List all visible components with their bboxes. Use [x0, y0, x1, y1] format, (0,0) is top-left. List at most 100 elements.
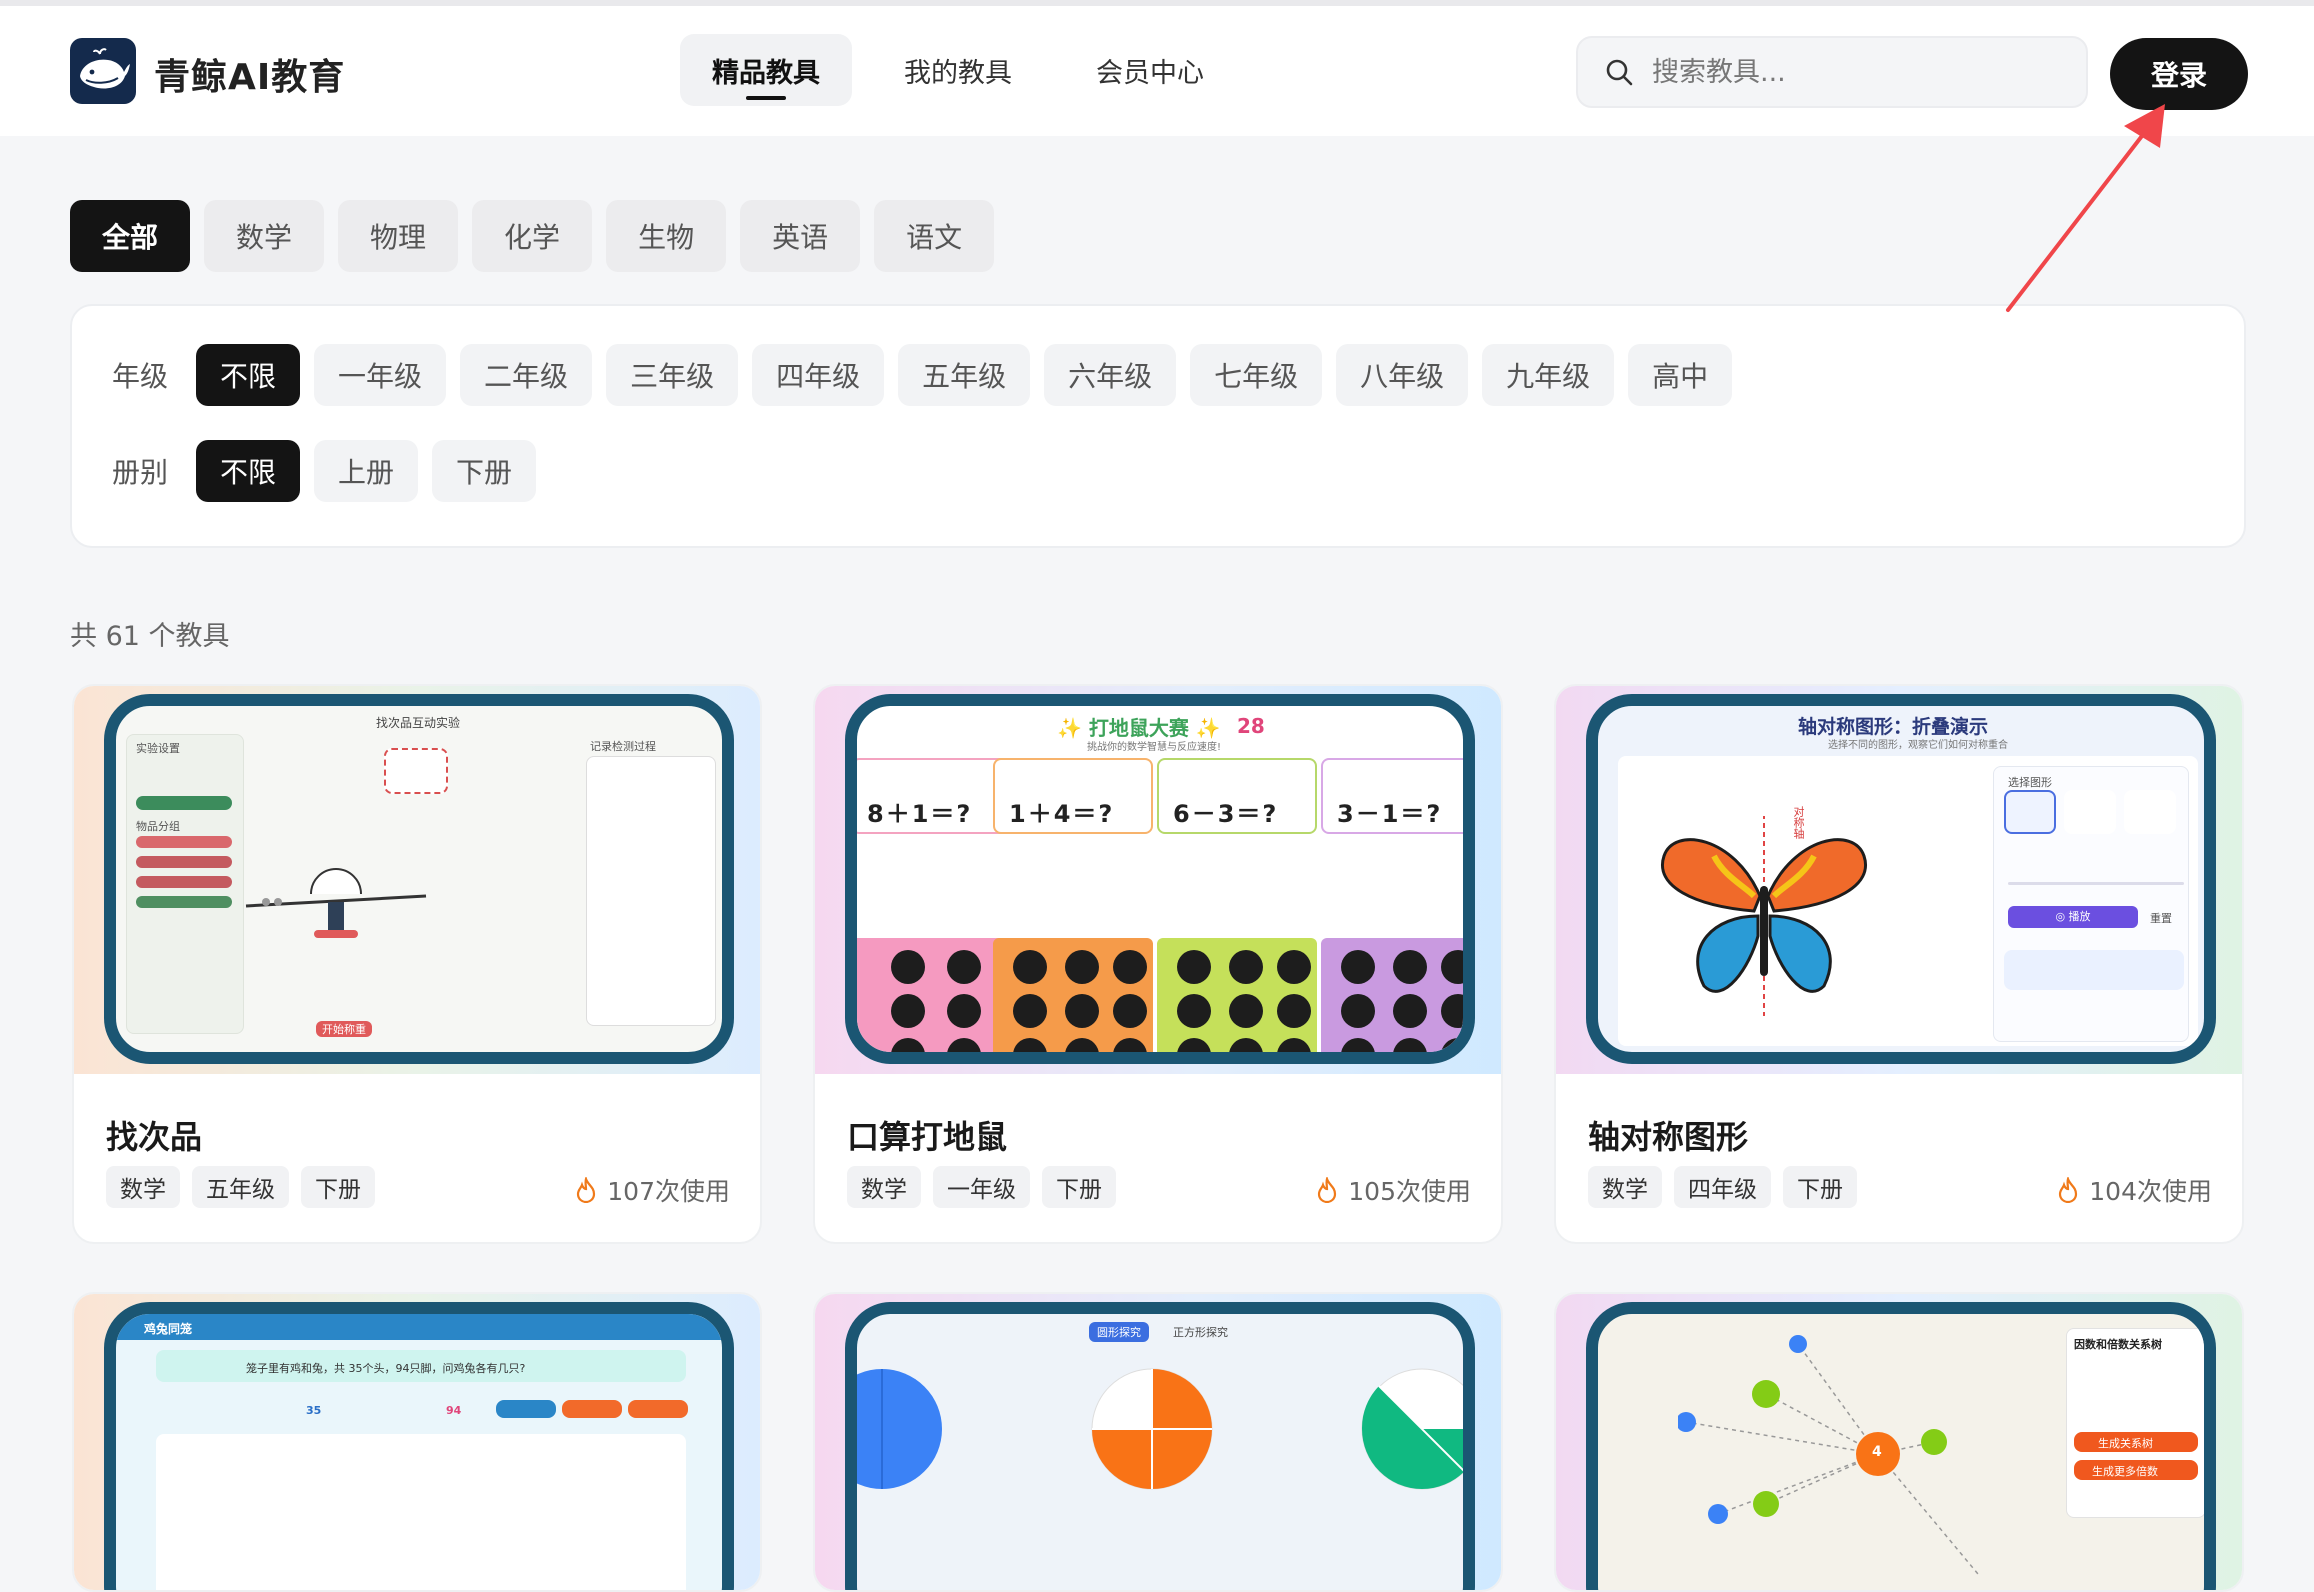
thumb-play-button: ◎ 播放: [2008, 906, 2138, 928]
card-title: 轴对称图形: [1588, 1118, 1749, 1156]
thumb-shape-option: [2064, 790, 2116, 834]
thumb-shape-option: [2124, 790, 2176, 834]
result-count: 共 61 个教具: [70, 621, 230, 652]
subject-english[interactable]: 英语: [740, 200, 861, 272]
hole-panel: [993, 938, 1153, 1052]
grade-any[interactable]: 不限: [196, 344, 301, 406]
volume-first[interactable]: 上册: [314, 440, 419, 502]
thumb-timer: 28: [1237, 714, 1265, 738]
thumb-title: 因数和倍数关系树: [2074, 1338, 2162, 1351]
thumb-generate-button: [136, 796, 232, 810]
grade-8[interactable]: 八年级: [1336, 344, 1469, 406]
tag-volume: 下册: [1783, 1166, 1857, 1208]
thumb-record-heading: 记录检测过程: [590, 740, 656, 753]
butterfly-icon: [1661, 816, 1867, 1016]
tool-card[interactable]: 4 因数和倍数关系树 生成关系树 生成更多倍数: [1554, 1292, 2244, 1592]
thumb-step-button: [562, 1400, 622, 1418]
tag-volume: 下册: [1042, 1166, 1116, 1208]
circle-blue-icon: [857, 1369, 942, 1489]
thumb-subtitle: 选择不同的图形，观察它们如何对称重合: [1828, 740, 2008, 751]
thumb-generate-label: 生成关系树: [2098, 1437, 2153, 1450]
tool-thumbnail: 鸡兔同笼 笼子里有鸡和兔，共 35个头，94只脚，问鸡兔各有几只? 35 94: [74, 1294, 760, 1590]
login-button[interactable]: 登录: [2110, 38, 2248, 110]
brand-name: 青鲸AI教育: [154, 57, 346, 98]
filter-panel: 年级 不限 一年级 二年级 三年级 四年级 五年级 六年级 七年级 八年级 九年…: [70, 304, 2246, 548]
card-tags: 数学 一年级 下册: [847, 1166, 1116, 1208]
equation-text: 1＋4＝?: [1009, 800, 1115, 828]
usage-count: 107次使用: [575, 1172, 730, 1208]
tool-thumbnail: 圆形探究 正方形探究: [815, 1294, 1501, 1590]
thumb-title: 轴对称图形：折叠演示: [1798, 716, 1989, 738]
thumb-shape-option: [2004, 790, 2056, 834]
grade-4[interactable]: 四年级: [752, 344, 885, 406]
thumb-animal-grid: [156, 1434, 686, 1590]
equation-text: 8＋1＝?: [867, 800, 973, 828]
grade-7[interactable]: 七年级: [1190, 344, 1323, 406]
usage-count: 104次使用: [2057, 1172, 2212, 1208]
thumb-tab-circle: 圆形探究: [1089, 1322, 1149, 1342]
grade-1[interactable]: 一年级: [314, 344, 447, 406]
thumb-step-button: [628, 1400, 688, 1418]
thumb-reset-button: 重置: [2150, 912, 2172, 925]
volume-second[interactable]: 下册: [432, 440, 537, 502]
grade-6[interactable]: 六年级: [1044, 344, 1177, 406]
tool-card[interactable]: 找次品互动实验 实验设置 物品分组 记录检测过程 开始称重 找次品 数学 五年级: [72, 684, 762, 1244]
grade-5[interactable]: 五年级: [898, 344, 1031, 406]
nav-premium-tools[interactable]: 精品教具: [680, 34, 852, 106]
thumbnail-frame: 找次品互动实验 实验设置 物品分组 记录检测过程 开始称重: [104, 694, 734, 1064]
thumbnail-frame: ✨ 打地鼠大赛 ✨ 挑战你的数学智慧与反应速度! 28 8＋1＝? 1＋4＝? …: [845, 694, 1475, 1064]
usage-count: 105次使用: [1316, 1172, 1471, 1208]
circle-orange-icon: [1091, 1368, 1213, 1490]
tool-thumbnail: ✨ 打地鼠大赛 ✨ 挑战你的数学智慧与反应速度! 28 8＋1＝? 1＋4＝? …: [815, 686, 1501, 1074]
tag-volume: 下册: [301, 1166, 375, 1208]
tool-card[interactable]: 鸡兔同笼 笼子里有鸡和兔，共 35个头，94只脚，问鸡兔各有几只? 35 94: [72, 1292, 762, 1592]
subject-math[interactable]: 数学: [204, 200, 325, 272]
grade-3[interactable]: 三年级: [606, 344, 739, 406]
tool-card[interactable]: ✨ 打地鼠大赛 ✨ 挑战你的数学智慧与反应速度! 28 8＋1＝? 1＋4＝? …: [813, 684, 1503, 1244]
hole-panel: [1157, 938, 1317, 1052]
thumb-subtitle: 挑战你的数学智慧与反应速度!: [1087, 742, 1222, 753]
nav-member-center[interactable]: 会员中心: [1064, 34, 1236, 106]
search-input[interactable]: [1652, 56, 2072, 88]
volume-any[interactable]: 不限: [196, 440, 301, 502]
usage-text: 107次使用: [607, 1177, 730, 1206]
equation-card: 3－1＝?: [1321, 758, 1463, 834]
search-box[interactable]: [1576, 36, 2088, 108]
usage-text: 105次使用: [1348, 1177, 1471, 1206]
whale-logo-icon[interactable]: [70, 38, 136, 104]
grade-2[interactable]: 二年级: [460, 344, 593, 406]
card-tags: 数学 四年级 下册: [1588, 1166, 1857, 1208]
hole-panel: [1321, 938, 1463, 1052]
tool-card[interactable]: 圆形探究 正方形探究: [813, 1292, 1503, 1592]
nav-my-tools[interactable]: 我的教具: [872, 34, 1044, 106]
grade-label: 年级: [112, 360, 169, 393]
thumb-title: 鸡兔同笼: [144, 1322, 193, 1336]
grade-9[interactable]: 九年级: [1482, 344, 1615, 406]
usage-text: 104次使用: [2089, 1177, 2212, 1206]
subject-physics[interactable]: 物理: [338, 200, 459, 272]
subject-all[interactable]: 全部: [70, 200, 191, 272]
volume-filter-row: 册别 不限 上册 下册: [112, 440, 537, 502]
hole-panel: [857, 938, 1011, 1052]
volume-label: 册别: [112, 456, 169, 489]
thumb-panel-heading: 选择图形: [2008, 776, 2052, 789]
subject-chemistry[interactable]: 化学: [472, 200, 593, 272]
thumb-start-button: 开始称重: [316, 1021, 372, 1037]
thumb-feet: 94: [446, 1404, 462, 1417]
subject-biology[interactable]: 生物: [606, 200, 727, 272]
tool-card[interactable]: 轴对称图形：折叠演示 选择不同的图形，观察它们如何对称重合 对称轴 选择图形 ◎…: [1554, 684, 2244, 1244]
tag-subject: 数学: [1588, 1166, 1662, 1208]
tag-grade: 五年级: [192, 1166, 289, 1208]
thumb-group-bar: [136, 836, 232, 848]
tool-thumbnail: 轴对称图形：折叠演示 选择不同的图形，观察它们如何对称重合 对称轴 选择图形 ◎…: [1556, 686, 2242, 1074]
flame-icon: [577, 1177, 596, 1203]
top-header: 青鲸AI教育 精品教具 我的教具 会员中心 登录: [0, 6, 2314, 136]
thumb-side-heading: 实验设置: [136, 742, 180, 755]
subject-chinese[interactable]: 语文: [874, 200, 995, 272]
thumb-title: 找次品互动实验: [376, 716, 461, 730]
grade-high-school[interactable]: 高中: [1628, 344, 1733, 406]
thumb-side-heading-2: 物品分组: [136, 820, 180, 833]
thumbnail-frame: 4 因数和倍数关系树 生成关系树 生成更多倍数: [1586, 1302, 2216, 1590]
search-icon: [1606, 59, 1633, 86]
thumb-group-bar: [136, 856, 232, 868]
